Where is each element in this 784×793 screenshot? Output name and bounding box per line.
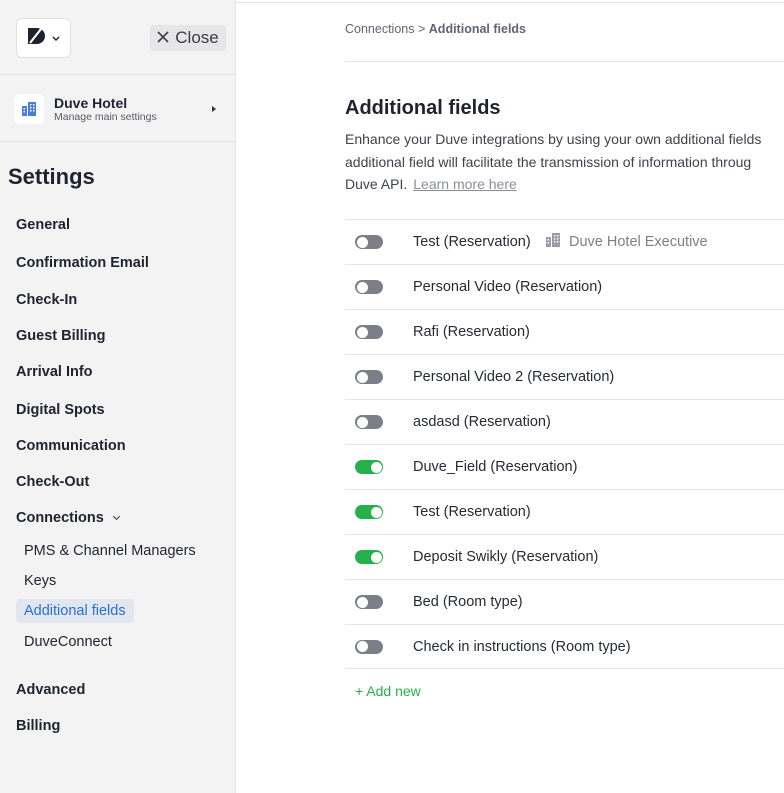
sidebar-item-connections[interactable]: Connections [16, 508, 120, 528]
workspace-switcher-button[interactable] [16, 18, 71, 58]
field-toggle[interactable] [355, 235, 383, 249]
sidebar-item-general[interactable]: General [16, 215, 70, 235]
toggle-knob [370, 461, 382, 473]
field-label: asdasd (Reservation) [413, 414, 551, 430]
close-icon [157, 28, 169, 48]
toggle-knob [356, 281, 368, 293]
learn-more-link[interactable]: Learn more here [413, 176, 517, 192]
field-row: Duve_Field (Reservation) [345, 444, 784, 489]
field-row: Bed (Room type) [345, 579, 784, 624]
field-row: Test (Reservation) Duve Hotel Executive [345, 219, 784, 264]
field-toggle[interactable] [355, 325, 383, 339]
field-row: Test (Reservation) [345, 489, 784, 534]
building-icon [545, 232, 561, 252]
field-label: Test (Reservation) [413, 504, 531, 520]
field-toggle[interactable] [355, 280, 383, 294]
building-icon [14, 94, 44, 124]
description-line: additional field will facilitate the tra… [345, 153, 752, 170]
sidebar-divider [0, 141, 236, 142]
description-line: Duve API. Learn more here [345, 173, 784, 196]
top-divider [236, 2, 784, 3]
field-row: Personal Video 2 (Reservation) [345, 354, 784, 399]
field-label: Deposit Swikly (Reservation) [413, 549, 599, 565]
field-row: Rafi (Reservation) [345, 309, 784, 354]
sidebar-subitem-keys[interactable]: Keys [24, 571, 56, 591]
chevron-down-icon [52, 29, 60, 47]
sidebar-item-check-out[interactable]: Check-Out [16, 472, 89, 492]
settings-title: Settings [8, 164, 95, 189]
sidebar-item-advanced[interactable]: Advanced [16, 680, 85, 700]
field-label: Rafi (Reservation) [413, 324, 530, 340]
description-text: Duve API. [345, 176, 408, 192]
field-toggle[interactable] [355, 505, 383, 519]
field-label: Personal Video 2 (Reservation) [413, 369, 615, 385]
sidebar: Close Duve Hotel Manage main settings Se… [0, 0, 236, 793]
toggle-knob [356, 236, 368, 248]
toggle-knob [370, 551, 382, 563]
sidebar-item-guest-billing[interactable]: Guest Billing [16, 326, 105, 346]
sidebar-subitem-duveconnect[interactable]: DuveConnect [24, 632, 112, 652]
field-toggle[interactable] [355, 460, 383, 474]
sidebar-item-confirmation-email[interactable]: Confirmation Email [16, 253, 149, 273]
sidebar-item-billing[interactable]: Billing [16, 716, 60, 736]
sidebar-item-label: Connections [16, 510, 104, 526]
toggle-knob [370, 506, 382, 518]
page-description: Enhance your Duve integrations by using … [345, 128, 784, 200]
field-label: Personal Video (Reservation) [413, 279, 603, 295]
toggle-knob [356, 326, 368, 338]
additional-fields-list: Test (Reservation) Duve Hotel Executive [345, 219, 784, 669]
field-toggle[interactable] [355, 370, 383, 384]
field-label: Duve_Field (Reservation) [413, 459, 578, 475]
field-scope-label: Duve Hotel Executive [569, 234, 708, 250]
close-button[interactable]: Close [150, 25, 226, 51]
close-label: Close [175, 28, 219, 47]
field-scope: Duve Hotel Executive [545, 232, 708, 252]
breadcrumb: Connections > Additional fields [345, 22, 526, 36]
header-divider [345, 61, 784, 62]
chevron-right-icon [212, 106, 216, 112]
toggle-knob [356, 416, 368, 428]
page-title: Additional fields [345, 97, 501, 119]
field-label: Check in instructions (Room type) [413, 638, 631, 655]
hotel-name: Duve Hotel [54, 94, 128, 111]
chevron-down-icon [112, 512, 120, 521]
sidebar-item-communication[interactable]: Communication [16, 436, 126, 456]
sidebar-subitem-pms-channel-managers[interactable]: PMS & Channel Managers [24, 541, 196, 561]
main-content: Connections > Additional fields Addition… [236, 0, 784, 793]
toggle-knob [356, 641, 368, 652]
breadcrumb-connections-link[interactable]: Connections [345, 22, 415, 36]
field-toggle[interactable] [355, 550, 383, 564]
field-toggle[interactable] [355, 595, 383, 609]
sidebar-divider [0, 74, 236, 75]
hotel-selector[interactable]: Duve Hotel Manage main settings [14, 90, 226, 128]
breadcrumb-current: Additional fields [428, 22, 527, 36]
description-line: Enhance your Duve integrations by using … [345, 131, 762, 147]
field-label: Bed (Room type) [413, 594, 523, 610]
field-row: Check in instructions (Room type) [345, 624, 784, 669]
sidebar-item-digital-spots[interactable]: Digital Spots [16, 400, 105, 420]
sidebar-subitem-additional-fields[interactable]: Additional fields [16, 599, 134, 623]
field-toggle[interactable] [355, 639, 383, 654]
sidebar-item-arrival-info[interactable]: Arrival Info [16, 362, 93, 382]
field-toggle[interactable] [355, 415, 383, 429]
sidebar-item-check-in[interactable]: Check-In [16, 290, 77, 310]
hotel-subtitle: Manage main settings [54, 110, 157, 123]
toggle-knob [356, 596, 368, 608]
field-row: asdasd (Reservation) [345, 399, 784, 444]
breadcrumb-separator: > [417, 22, 426, 36]
toggle-knob [356, 371, 368, 383]
field-label: Test (Reservation) [413, 234, 531, 250]
duve-logo-icon [26, 26, 46, 51]
add-new-button[interactable]: + Add new [355, 683, 421, 699]
field-row: Personal Video (Reservation) [345, 264, 784, 309]
field-row: Deposit Swikly (Reservation) [345, 534, 784, 579]
